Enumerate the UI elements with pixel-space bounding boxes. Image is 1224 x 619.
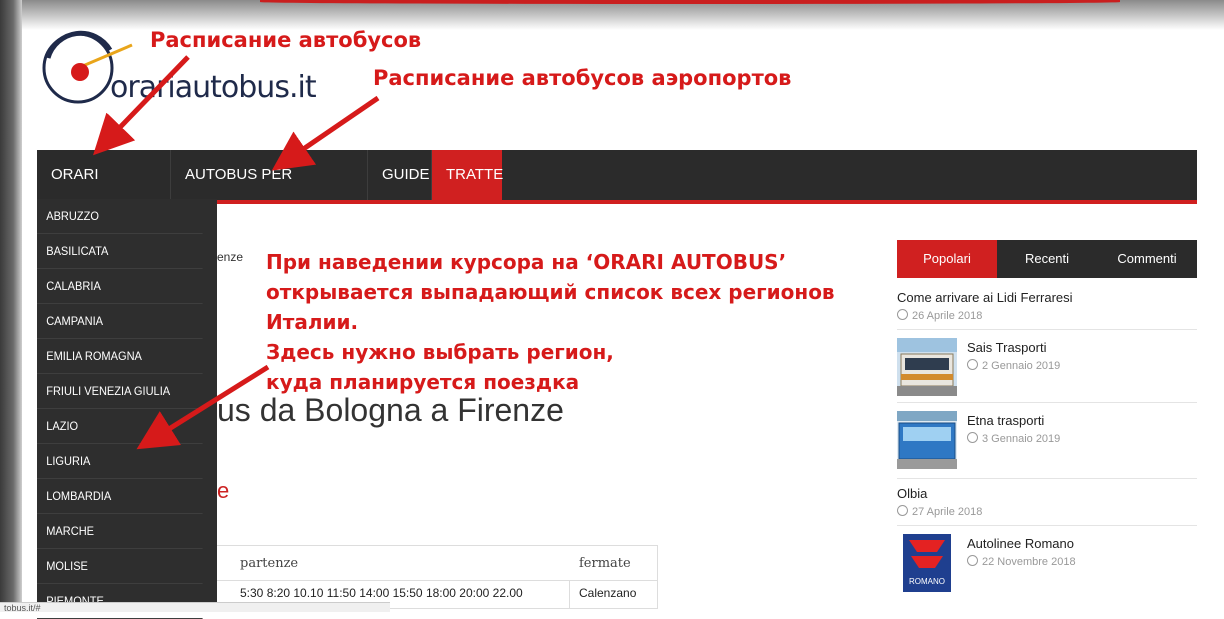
browser-status-bar: tobus.it/# <box>0 602 390 613</box>
arrow-to-aeroporto <box>271 95 380 171</box>
annotation-arrows <box>93 55 380 450</box>
arrow-to-dropdown <box>136 364 270 450</box>
arrow-to-orari <box>93 55 190 156</box>
